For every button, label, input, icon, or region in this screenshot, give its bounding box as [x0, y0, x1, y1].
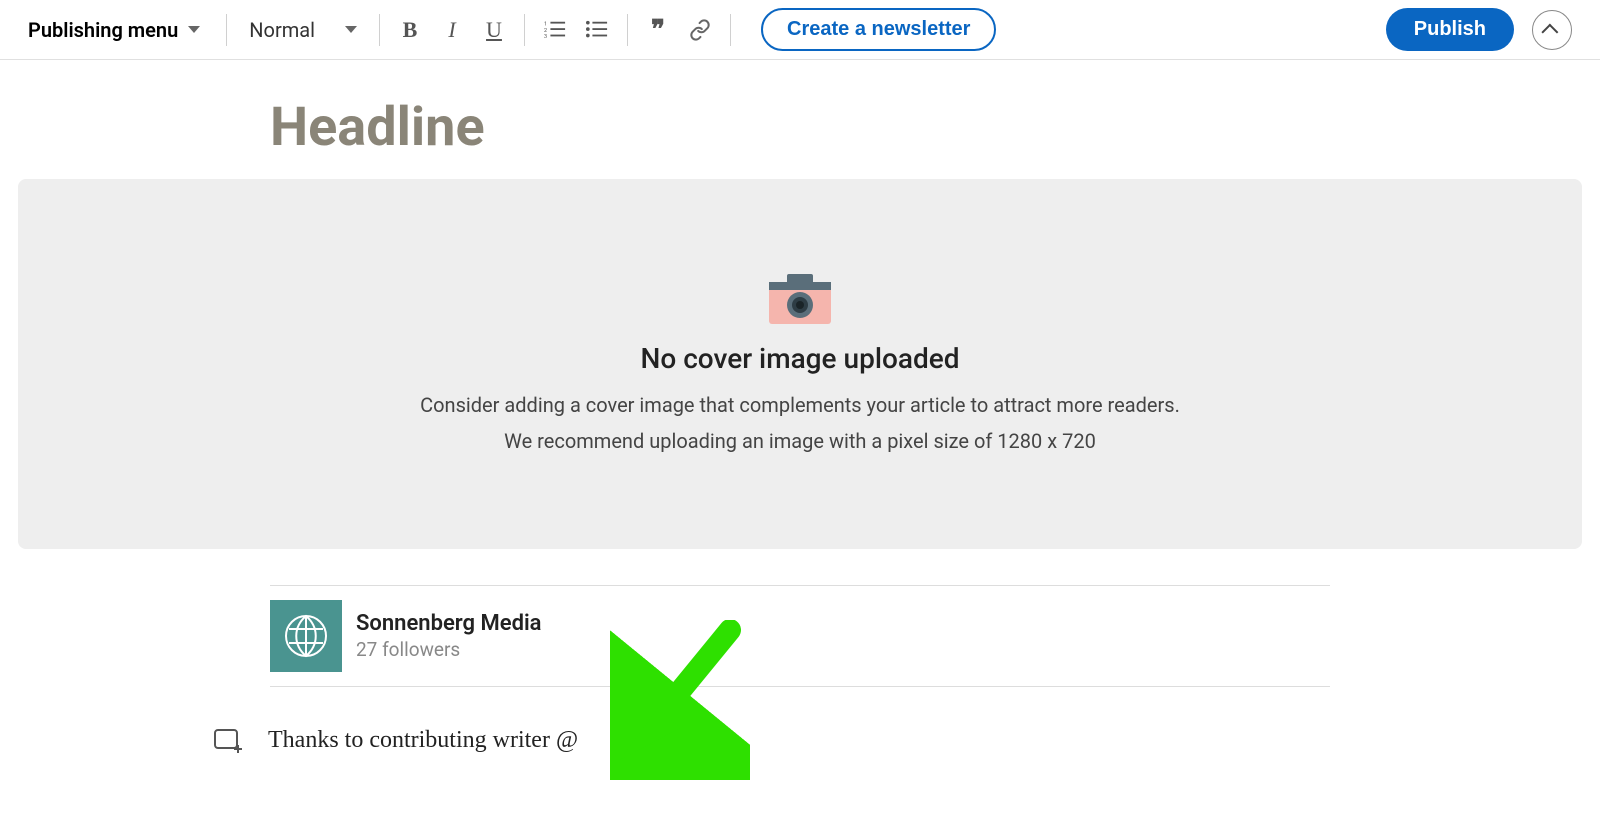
text-style-dropdown[interactable]: Normal: [239, 18, 367, 42]
editor-toolbar: Publishing menu Normal B I U 1 2 3: [0, 0, 1600, 60]
svg-text:1: 1: [544, 21, 547, 27]
svg-text:3: 3: [544, 34, 547, 40]
link-button[interactable]: [682, 12, 718, 48]
publishing-menu-label: Publishing menu: [28, 18, 178, 42]
article-body-row: Thanks to contributing writer @: [214, 727, 1600, 754]
author-byline: Sonnenberg Media 27 followers: [270, 585, 1330, 687]
toolbar-divider: [379, 14, 380, 46]
svg-text:2: 2: [544, 27, 547, 33]
collapse-toolbar-button[interactable]: [1532, 10, 1572, 50]
bold-button[interactable]: B: [392, 12, 428, 48]
toolbar-divider: [524, 14, 525, 46]
caret-down-icon: [188, 26, 200, 33]
blockquote-button[interactable]: ❞: [640, 12, 676, 48]
toolbar-divider: [226, 14, 227, 46]
editor-content: Headline No cover image uploaded Conside…: [0, 96, 1600, 754]
ordered-list-button[interactable]: 1 2 3: [537, 12, 573, 48]
cover-empty-title: No cover image uploaded: [640, 342, 959, 375]
camera-icon: [765, 272, 835, 328]
author-avatar[interactable]: [270, 600, 342, 672]
avatar-logo-icon: [283, 613, 329, 659]
cover-image-dropzone[interactable]: No cover image uploaded Consider adding …: [18, 179, 1582, 549]
author-name[interactable]: Sonnenberg Media: [356, 611, 542, 636]
caret-down-icon: [345, 26, 357, 33]
headline-input[interactable]: Headline: [270, 96, 1600, 159]
cover-empty-subtitle1: Consider adding a cover image that compl…: [420, 389, 1180, 421]
underline-button[interactable]: U: [476, 12, 512, 48]
style-selected-label: Normal: [249, 18, 315, 42]
article-body-text[interactable]: Thanks to contributing writer @: [268, 727, 578, 754]
chevron-up-icon: [1541, 23, 1558, 40]
italic-button[interactable]: I: [434, 12, 470, 48]
link-icon: [689, 19, 711, 41]
insert-group: ❞: [640, 12, 718, 48]
add-block-button[interactable]: [214, 729, 242, 753]
toolbar-divider: [627, 14, 628, 46]
toolbar-divider: [730, 14, 731, 46]
create-newsletter-button[interactable]: Create a newsletter: [761, 8, 996, 51]
unordered-list-icon: [586, 20, 608, 40]
text-format-group: B I U: [392, 12, 512, 48]
cover-empty-subtitle2: We recommend uploading an image with a p…: [504, 425, 1096, 457]
ordered-list-icon: 1 2 3: [544, 20, 566, 40]
list-format-group: 1 2 3: [537, 12, 615, 48]
author-info: Sonnenberg Media 27 followers: [356, 611, 542, 661]
publishing-menu-dropdown[interactable]: Publishing menu: [28, 18, 214, 42]
publish-button[interactable]: Publish: [1386, 8, 1514, 51]
unordered-list-button[interactable]: [579, 12, 615, 48]
author-followers: 27 followers: [356, 638, 542, 661]
quote-icon: ❞: [651, 23, 665, 36]
